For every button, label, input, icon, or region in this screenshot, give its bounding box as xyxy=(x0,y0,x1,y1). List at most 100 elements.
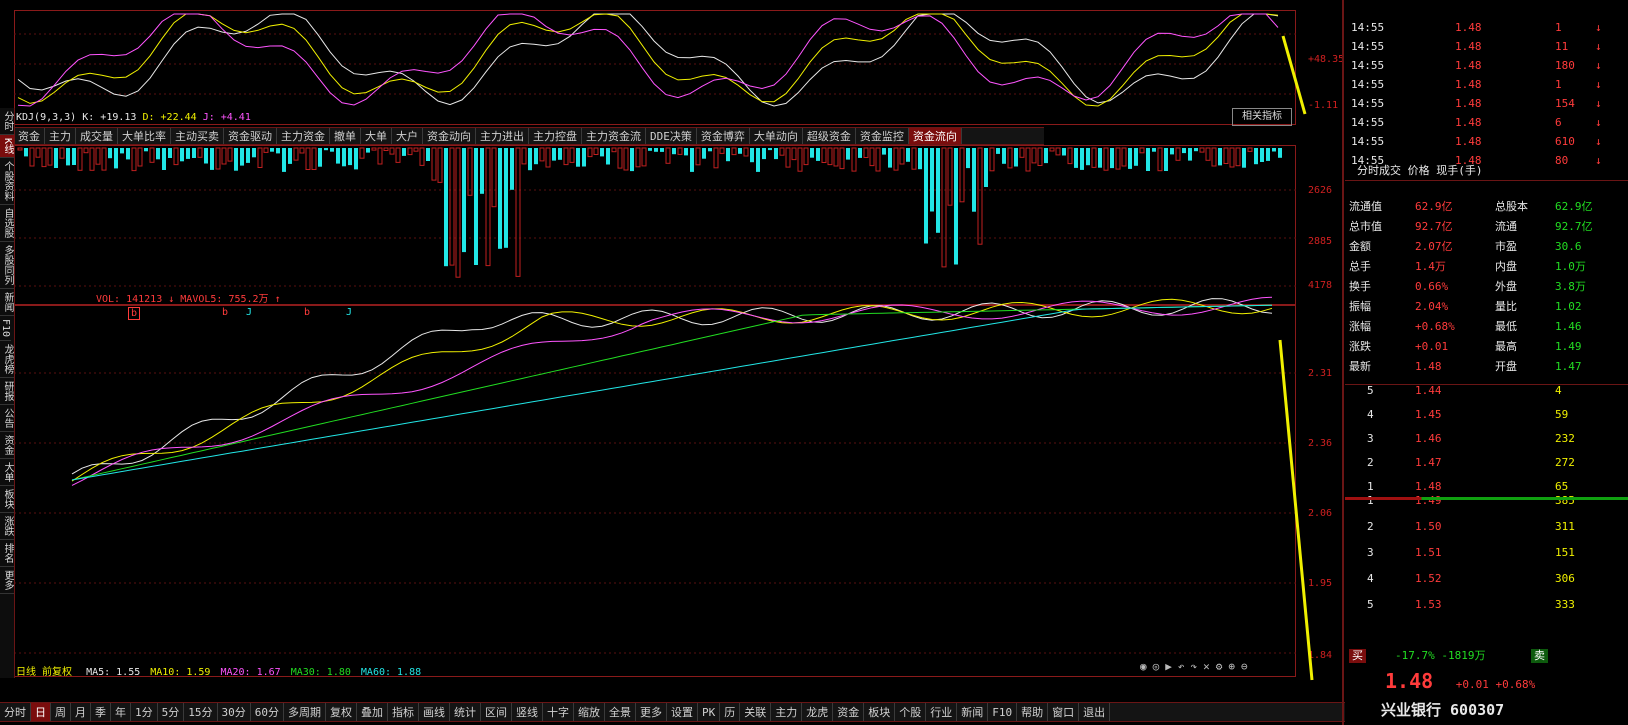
volume-bar xyxy=(989,147,995,172)
volume-bar xyxy=(137,147,143,167)
left-tab-2[interactable]: 个股资料 xyxy=(0,158,14,206)
left-tab-12[interactable]: 板块 xyxy=(0,486,14,514)
order-book-split xyxy=(1345,497,1628,500)
bottom-tab-23[interactable]: 设置 xyxy=(667,703,698,721)
left-tab-6[interactable]: F10 xyxy=(0,316,11,342)
left-tab-9[interactable]: 公告 xyxy=(0,405,14,433)
bid-level: 3 xyxy=(1367,432,1374,445)
left-tab-0[interactable]: 分时 xyxy=(0,108,14,135)
volume-bar xyxy=(882,148,886,155)
volume-bar xyxy=(1067,147,1073,165)
bottom-tab-18[interactable]: 竖线 xyxy=(512,703,543,721)
volume-bar xyxy=(1110,148,1114,169)
volume-bar xyxy=(1115,147,1121,170)
bottom-tab-27[interactable]: 主力 xyxy=(771,703,803,721)
bottom-tab-11[interactable]: 多周期 xyxy=(284,703,326,721)
ask-row[interactable]: 4 1.52 306 xyxy=(1345,570,1628,588)
tick-row: 14:55 1.48 1 ↓ xyxy=(1345,76,1628,94)
bottom-tab-8[interactable]: 15分 xyxy=(184,703,218,721)
volume-bar xyxy=(888,148,892,168)
bottom-tab-24[interactable]: PK xyxy=(698,703,721,721)
last-price: 1.48 xyxy=(1385,669,1434,693)
bid-row[interactable]: 3 1.46 232 xyxy=(1345,430,1628,448)
bottom-tab-10[interactable]: 60分 xyxy=(251,703,284,721)
buy-badge[interactable]: 买 xyxy=(1349,649,1366,663)
quote-info-row: 换手 0.66% 外盘 3.8万 xyxy=(1345,278,1628,296)
ask-row[interactable]: 2 1.50 311 xyxy=(1345,518,1628,536)
bottom-tab-2[interactable]: 周 xyxy=(51,703,71,721)
left-tab-15[interactable]: 更多 xyxy=(0,567,14,595)
volume-bar xyxy=(1205,147,1211,161)
volume-bar xyxy=(936,148,940,233)
bottom-tab-29[interactable]: 资金 xyxy=(833,703,865,721)
bottom-tab-33[interactable]: 新闻 xyxy=(957,703,989,721)
ask-level: 5 xyxy=(1367,598,1374,611)
bottom-tab-15[interactable]: 画线 xyxy=(419,703,450,721)
ask-row[interactable]: 5 1.53 333 xyxy=(1345,596,1628,614)
left-tab-5[interactable]: 新闻 xyxy=(0,289,14,317)
left-tab-10[interactable]: 资金 xyxy=(0,432,14,460)
bottom-tab-1[interactable]: 日 xyxy=(31,703,51,721)
bottom-tab-37[interactable]: 退出 xyxy=(1079,703,1111,721)
bottom-tab-16[interactable]: 统计 xyxy=(450,703,481,721)
volume-bar xyxy=(875,147,881,172)
volume-bar xyxy=(869,147,875,167)
volume-bar xyxy=(204,148,208,164)
tick-direction: ↓ xyxy=(1595,135,1602,148)
left-tab-3[interactable]: 自选股 xyxy=(0,205,14,243)
bottom-tab-5[interactable]: 年 xyxy=(111,703,131,721)
bottom-tab-35[interactable]: 帮助 xyxy=(1017,703,1049,721)
bottom-tab-7[interactable]: 5分 xyxy=(158,703,185,721)
volume-bar xyxy=(569,147,575,163)
left-tab-11[interactable]: 大单 xyxy=(0,459,14,487)
ask-row[interactable]: 3 1.51 151 xyxy=(1345,544,1628,562)
bottom-tab-22[interactable]: 更多 xyxy=(636,703,667,721)
left-tab-4[interactable]: 多股同列 xyxy=(0,242,14,290)
bottom-tab-13[interactable]: 叠加 xyxy=(357,703,388,721)
stock-title-row: 兴业银行 600307 xyxy=(1345,697,1628,723)
ask-price: 1.51 xyxy=(1415,546,1442,559)
bottom-tab-36[interactable]: 窗口 xyxy=(1048,703,1080,721)
bottom-tab-25[interactable]: 历 xyxy=(720,703,741,721)
bottom-tab-9[interactable]: 30分 xyxy=(218,703,251,721)
bid-row[interactable]: 1 1.48 65 xyxy=(1345,478,1628,496)
bottom-tab-21[interactable]: 全景 xyxy=(605,703,636,721)
left-tab-1[interactable]: K线 xyxy=(0,135,14,159)
left-tab-14[interactable]: 排名 xyxy=(0,540,14,568)
left-tab-7[interactable]: 龙虎榜 xyxy=(0,341,14,379)
bottom-tab-26[interactable]: 关联 xyxy=(740,703,772,721)
bottom-tab-19[interactable]: 十字 xyxy=(543,703,574,721)
sell-badge[interactable]: 卖 xyxy=(1531,649,1548,663)
bid-row[interactable]: 4 1.45 59 xyxy=(1345,406,1628,424)
bottom-tab-20[interactable]: 缩放 xyxy=(574,703,605,721)
bottom-tab-12[interactable]: 复权 xyxy=(326,703,357,721)
bottom-tab-0[interactable]: 分时 xyxy=(0,703,31,721)
price-highlight-stroke xyxy=(1278,339,1314,681)
bottom-tab-4[interactable]: 季 xyxy=(91,703,111,721)
bottom-tab-14[interactable]: 指标 xyxy=(388,703,419,721)
tick-row: 14:55 1.48 610 ↓ xyxy=(1345,133,1628,151)
bid-level: 2 xyxy=(1367,456,1374,469)
volume-bar xyxy=(474,148,478,265)
bottom-tab-30[interactable]: 板块 xyxy=(864,703,896,721)
volume-bar xyxy=(467,147,473,196)
left-vertical-tab-bar: 分时 K线 个股资料 自选股 多股同列 新闻 F10 龙虎榜 研报 公告 资金 大单 板块 涨跌 排名 更多 xyxy=(0,108,15,678)
bottom-tab-32[interactable]: 行业 xyxy=(926,703,958,721)
left-tab-13[interactable]: 涨跌 xyxy=(0,513,14,541)
volume-bar xyxy=(1164,148,1168,171)
info-key: 涨跌 xyxy=(1349,340,1371,353)
volume-bar xyxy=(1260,148,1264,162)
volume-bar xyxy=(462,148,466,253)
left-tab-8[interactable]: 研报 xyxy=(0,378,14,406)
bottom-tab-6[interactable]: 1分 xyxy=(131,703,158,721)
tick-price: 1.48 xyxy=(1455,40,1482,53)
tick-volume: 610 xyxy=(1555,135,1575,148)
bottom-tab-17[interactable]: 区间 xyxy=(481,703,512,721)
bid-row[interactable]: 2 1.47 272 xyxy=(1345,454,1628,472)
bottom-tab-31[interactable]: 个股 xyxy=(895,703,927,721)
volume-bar xyxy=(719,147,725,154)
volume-bar xyxy=(803,147,809,166)
bottom-tab-28[interactable]: 龙虎 xyxy=(802,703,834,721)
bottom-tab-34[interactable]: F10 xyxy=(988,703,1018,721)
bottom-tab-3[interactable]: 月 xyxy=(71,703,91,721)
